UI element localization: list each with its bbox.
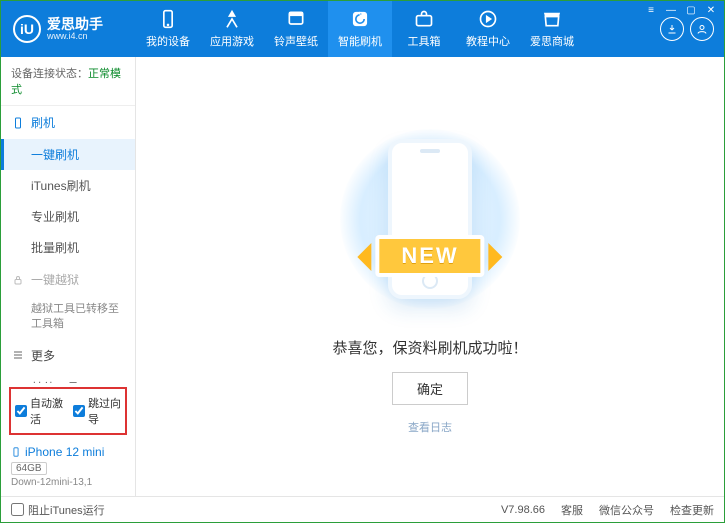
brand-url: www.i4.cn <box>47 31 103 42</box>
nav-label: 教程中心 <box>466 33 510 49</box>
wechat-link[interactable]: 微信公众号 <box>599 502 654 518</box>
section-title: 一键越狱 <box>31 271 79 288</box>
connection-label: 设备连接状态： <box>11 68 88 80</box>
section-flash[interactable]: 刷机 <box>1 106 135 139</box>
play-icon <box>478 9 498 29</box>
nav-tutorial[interactable]: 教程中心 <box>456 1 520 57</box>
lock-icon <box>11 273 25 287</box>
ok-button[interactable]: 确定 <box>392 372 468 405</box>
menu-icon[interactable]: ≡ <box>644 5 658 15</box>
device-model: Down-12mini-13,1 <box>11 477 125 488</box>
close-icon[interactable]: ✕ <box>704 5 718 15</box>
block-itunes-input[interactable] <box>11 503 24 516</box>
brand-name: 爱思助手 <box>47 17 103 31</box>
device-name-text: iPhone 12 mini <box>25 445 104 459</box>
block-itunes-checkbox[interactable]: 阻止iTunes运行 <box>11 502 105 518</box>
refresh-icon <box>350 9 370 29</box>
nav-label: 铃声壁纸 <box>274 33 318 49</box>
store-icon <box>542 9 562 29</box>
sidebar-scroll: 刷机 一键刷机 iTunes刷机 专业刷机 批量刷机 一键越狱 越狱工具已转移至… <box>1 106 135 383</box>
device-icon <box>158 9 178 29</box>
version-label: V7.98.66 <box>501 504 545 516</box>
section-title: 更多 <box>31 347 55 364</box>
view-log-link[interactable]: 查看日志 <box>408 419 452 435</box>
sidebar-item-pro[interactable]: 专业刷机 <box>1 201 135 232</box>
sidebar-item-batch[interactable]: 批量刷机 <box>1 232 135 263</box>
toolbox-icon <box>414 9 434 29</box>
nav-label: 智能刷机 <box>338 33 382 49</box>
section-more[interactable]: 更多 <box>1 339 135 372</box>
skip-guide-label: 跳过向导 <box>88 395 121 427</box>
download-icon <box>666 23 678 35</box>
logo-mark: iU <box>13 15 41 43</box>
connection-status: 设备连接状态：正常模式 <box>1 57 135 106</box>
checkbox-auto-activate[interactable]: 自动激活 <box>15 395 63 427</box>
new-ribbon: NEW <box>375 235 484 277</box>
support-link[interactable]: 客服 <box>561 502 583 518</box>
download-button[interactable] <box>660 17 684 41</box>
user-icon <box>696 23 708 35</box>
titlebar: iU 爱思助手 www.i4.cn 我的设备 应用游戏 铃声壁纸 智能刷机 <box>1 1 724 57</box>
success-message: 恭喜您，保资料刷机成功啦！ <box>332 337 527 358</box>
sidebar-item-oneclick[interactable]: 一键刷机 <box>1 139 135 170</box>
phone-icon <box>11 445 21 459</box>
minimize-icon[interactable]: — <box>664 5 678 15</box>
sidebar-item-other[interactable]: 其他工具 <box>1 372 135 383</box>
nav-toolbox[interactable]: 工具箱 <box>392 1 456 57</box>
account-button[interactable] <box>690 17 714 41</box>
maximize-icon[interactable]: ▢ <box>684 5 698 15</box>
device-panel[interactable]: iPhone 12 mini 64GB Down-12mini-13,1 <box>1 439 135 496</box>
jailbreak-note: 越狱工具已转移至工具箱 <box>1 296 135 339</box>
nav-label: 我的设备 <box>146 33 190 49</box>
title-right <box>660 17 724 41</box>
main-nav: 我的设备 应用游戏 铃声壁纸 智能刷机 工具箱 教程中心 <box>136 1 660 57</box>
update-link[interactable]: 检查更新 <box>670 502 714 518</box>
nav-apps[interactable]: 应用游戏 <box>200 1 264 57</box>
apps-icon <box>222 9 242 29</box>
nav-label: 工具箱 <box>408 33 441 49</box>
status-bar: 阻止iTunes运行 V7.98.66 客服 微信公众号 检查更新 <box>1 496 724 522</box>
window-controls: ≡ — ▢ ✕ <box>644 5 718 15</box>
nav-flash[interactable]: 智能刷机 <box>328 1 392 57</box>
sidebar: 设备连接状态：正常模式 刷机 一键刷机 iTunes刷机 专业刷机 批量刷机 <box>1 57 136 496</box>
section-title: 刷机 <box>31 114 55 131</box>
nav-label: 应用游戏 <box>210 33 254 49</box>
app-window: ≡ — ▢ ✕ iU 爱思助手 www.i4.cn 我的设备 应用游戏 铃声壁纸 <box>0 0 725 523</box>
nav-my-device[interactable]: 我的设备 <box>136 1 200 57</box>
nav-ringtone[interactable]: 铃声壁纸 <box>264 1 328 57</box>
nav-store[interactable]: 爱思商城 <box>520 1 584 57</box>
wallpaper-icon <box>286 9 306 29</box>
body: 设备连接状态：正常模式 刷机 一键刷机 iTunes刷机 专业刷机 批量刷机 <box>1 57 724 496</box>
options-highlight: 自动激活 跳过向导 <box>9 387 127 435</box>
checkbox-skip-guide[interactable]: 跳过向导 <box>73 395 121 427</box>
device-name: iPhone 12 mini <box>11 445 125 459</box>
block-itunes-label: 阻止iTunes运行 <box>28 502 105 518</box>
skip-guide-input[interactable] <box>73 405 85 417</box>
auto-activate-label: 自动激活 <box>30 395 63 427</box>
auto-activate-input[interactable] <box>15 405 27 417</box>
content-area: NEW 恭喜您，保资料刷机成功啦！ 确定 查看日志 <box>136 57 724 496</box>
main-panel: NEW 恭喜您，保资料刷机成功啦！ 确定 查看日志 <box>136 57 724 496</box>
section-jailbreak[interactable]: 一键越狱 <box>1 263 135 296</box>
success-illustration: NEW <box>320 119 540 319</box>
nav-label: 爱思商城 <box>530 33 574 49</box>
ribbon-text: NEW <box>375 235 484 277</box>
device-capacity: 64GB <box>11 462 47 475</box>
list-icon <box>11 348 25 362</box>
sidebar-item-itunes[interactable]: iTunes刷机 <box>1 170 135 201</box>
phone-icon <box>11 116 25 130</box>
brand-logo: iU 爱思助手 www.i4.cn <box>1 15 136 43</box>
